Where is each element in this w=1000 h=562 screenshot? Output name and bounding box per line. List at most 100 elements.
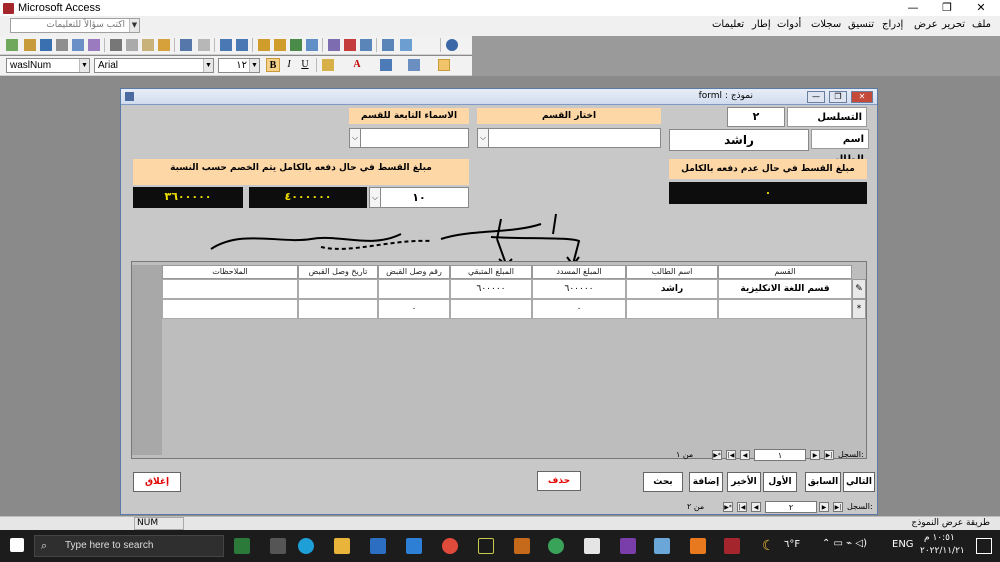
properties-icon[interactable] (360, 39, 372, 51)
next-button[interactable]: التالي (843, 472, 875, 492)
special-effect-icon[interactable] (438, 59, 450, 71)
form-minimize-button[interactable]: — (807, 91, 825, 103)
close-button[interactable]: ✕ (966, 0, 996, 16)
table-cell[interactable] (450, 299, 532, 319)
table-cell[interactable] (298, 299, 378, 319)
table-cell[interactable] (162, 299, 298, 319)
table-cell[interactable]: ٠ (378, 299, 450, 319)
table-cell[interactable]: ٠ (532, 299, 626, 319)
windows-start-icon[interactable] (10, 538, 24, 552)
table-cell[interactable]: قسم اللغة الانكليزية (718, 279, 852, 299)
new-object-icon[interactable] (400, 39, 412, 51)
table-cell[interactable] (378, 279, 450, 299)
last-button[interactable]: الأخير (727, 472, 761, 492)
border-icon[interactable] (408, 59, 420, 71)
menu-file[interactable]: ملف (972, 19, 991, 30)
font-combo[interactable]: Arial ▼ (94, 58, 214, 73)
menu-edit[interactable]: تحرير (942, 19, 965, 30)
table-cell[interactable] (298, 279, 378, 299)
next-record-icon[interactable]: ▶ (819, 502, 829, 512)
table-cell[interactable]: ٦٠٠٠٠٠ (532, 279, 626, 299)
task-view-icon[interactable] (270, 538, 286, 554)
last-record-icon[interactable]: ▶| (833, 502, 843, 512)
underline-button[interactable]: U (298, 58, 312, 72)
preview-icon[interactable] (72, 39, 84, 51)
mail-icon[interactable] (406, 538, 422, 554)
first-record-icon[interactable]: |◀ (726, 450, 736, 460)
field-combo[interactable]: waslNum ▼ (6, 58, 90, 73)
chevron-down-icon[interactable]: ⌵ (349, 128, 361, 148)
taskbar-search[interactable]: ⌕ Type here to search (34, 535, 224, 557)
copy-icon[interactable] (126, 39, 138, 51)
chevron-down-icon[interactable]: ⌵ (369, 187, 381, 208)
menu-format[interactable]: تنسيق (848, 19, 874, 30)
first-record-icon[interactable]: |◀ (737, 502, 747, 512)
size-combo[interactable]: ١٢ ▼ (218, 58, 260, 73)
weather-decoration-icon[interactable] (234, 538, 250, 554)
menu-view[interactable]: عرض (914, 19, 938, 30)
form-close-button[interactable]: ✕ (851, 91, 873, 103)
help-search-box[interactable]: اكتب سؤالاً للتعليمات ▼ (10, 18, 140, 33)
delete-button[interactable]: حذف (537, 471, 581, 491)
subform-nav-field[interactable]: ١ (754, 449, 806, 461)
close-form-button[interactable]: إغلاق (133, 472, 181, 492)
tray-icons[interactable]: ⌃ ▭ ⌁ ◁) (822, 538, 867, 549)
terminal-icon[interactable] (478, 538, 494, 554)
partial-value-field[interactable]: ٠ (669, 182, 867, 204)
store-icon[interactable] (370, 538, 386, 554)
format-painter-icon[interactable] (158, 39, 170, 51)
choose-dept-select[interactable] (477, 128, 661, 148)
menu-window[interactable]: إطار (752, 19, 771, 30)
font-color-icon[interactable]: A (350, 58, 364, 72)
clock-date[interactable]: ٢٠٢٢/١١/٢١ (920, 546, 965, 556)
file-explorer-icon[interactable] (334, 538, 350, 554)
prev-record-icon[interactable]: ◀ (740, 450, 750, 460)
undo-icon[interactable] (180, 39, 192, 51)
table-cell[interactable] (162, 279, 298, 299)
row-selector-edit[interactable]: ✎ (852, 279, 866, 299)
app-window-icon[interactable] (584, 538, 600, 554)
discount-field[interactable]: ١٠ (369, 187, 469, 208)
student-field[interactable]: راشد (669, 129, 809, 151)
chevron-down-icon[interactable]: ⌵ (477, 128, 489, 148)
paste-icon[interactable] (142, 39, 154, 51)
bold-button[interactable]: B (266, 58, 280, 72)
new-record-nav-icon[interactable]: ▶* (723, 502, 733, 512)
print-icon[interactable] (56, 39, 68, 51)
vlc-icon[interactable] (690, 538, 706, 554)
menu-tools[interactable]: أدوات (777, 19, 801, 30)
prev-record-icon[interactable]: ◀ (751, 502, 761, 512)
find-icon[interactable] (306, 39, 318, 51)
dept-names-select[interactable] (349, 128, 469, 148)
notes-icon[interactable] (654, 538, 670, 554)
clock-time[interactable]: ١٠:٥١ م (924, 533, 955, 543)
chevron-down-icon[interactable]: ▼ (79, 59, 89, 72)
cut-icon[interactable] (110, 39, 122, 51)
table-cell[interactable] (718, 299, 852, 319)
table-cell[interactable]: ٦٠٠٠٠٠ (450, 279, 532, 299)
access-taskbar-icon[interactable] (724, 538, 740, 554)
edge-icon[interactable] (298, 538, 314, 554)
delete-record-icon[interactable] (344, 39, 356, 51)
notification-icon[interactable] (976, 538, 992, 554)
next-record-icon[interactable]: ▶ (810, 450, 820, 460)
chrome-icon[interactable] (442, 538, 458, 554)
prev-button[interactable]: السابق (805, 472, 841, 492)
app-green-icon[interactable] (548, 538, 564, 554)
visual-studio-icon[interactable] (620, 538, 636, 554)
help-icon[interactable] (446, 39, 458, 51)
add-button[interactable]: إضافة (689, 472, 723, 492)
menu-records[interactable]: سجلات (811, 19, 841, 30)
new-record-nav-icon[interactable]: ▶* (712, 450, 722, 460)
chevron-down-icon[interactable]: ▼ (249, 59, 259, 72)
fill-color-icon[interactable] (322, 59, 334, 71)
new-record-icon[interactable] (328, 39, 340, 51)
hyperlink-icon[interactable] (198, 39, 210, 51)
discounted-amount-field[interactable]: ٣٦٠٠٠٠٠ (133, 187, 243, 208)
last-record-icon[interactable]: ▶| (824, 450, 834, 460)
line-color-icon[interactable] (380, 59, 392, 71)
filter-selection-icon[interactable] (258, 39, 270, 51)
chevron-down-icon[interactable]: ▼ (129, 19, 139, 32)
sublime-icon[interactable] (514, 538, 530, 554)
first-button[interactable]: الأول (763, 472, 797, 492)
